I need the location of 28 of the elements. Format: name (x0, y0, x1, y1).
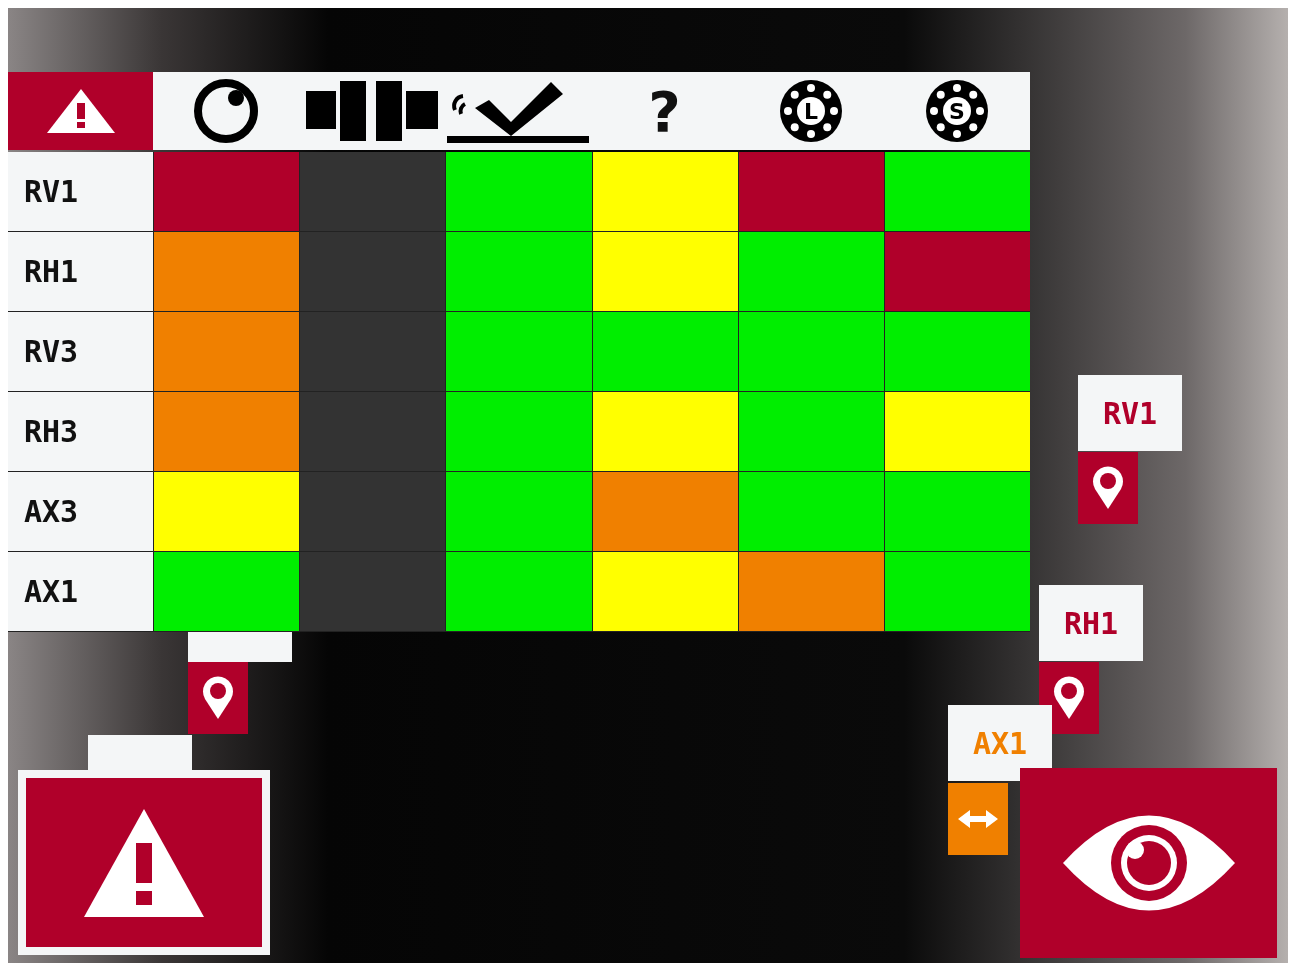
column-header[interactable] (153, 72, 300, 150)
row-label: RV1 (8, 152, 153, 232)
marker-label[interactable]: RV1 (1078, 375, 1182, 451)
row-label: RH1 (8, 232, 153, 312)
column-header[interactable]: L (737, 72, 884, 150)
row-label: RH3 (8, 392, 153, 472)
row-label: AX3 (8, 472, 153, 552)
shaft-coupling-icon (304, 79, 441, 143)
pin-tile[interactable] (1078, 452, 1138, 524)
pin-tile[interactable] (1039, 662, 1099, 734)
warning-icon (44, 87, 117, 135)
marker-label[interactable] (188, 632, 292, 662)
help-icon: ? (648, 78, 681, 144)
location-pin-icon (201, 675, 235, 721)
column-header[interactable]: S (883, 72, 1030, 150)
location-pin-icon (1091, 465, 1125, 511)
pin-tile[interactable] (188, 662, 248, 734)
row-label: AX1 (8, 552, 153, 632)
row-label: RV3 (8, 312, 153, 392)
eye-button[interactable] (1020, 768, 1277, 958)
location-pin-icon (1052, 675, 1086, 721)
move-tile[interactable] (948, 783, 1008, 855)
column-header[interactable]: ? (591, 72, 738, 150)
double-arrow-icon (956, 808, 1000, 830)
marker-label[interactable] (88, 735, 192, 770)
marker-label[interactable]: RH1 (1039, 585, 1143, 661)
warning-button[interactable] (18, 770, 270, 955)
column-header[interactable] (8, 72, 153, 150)
